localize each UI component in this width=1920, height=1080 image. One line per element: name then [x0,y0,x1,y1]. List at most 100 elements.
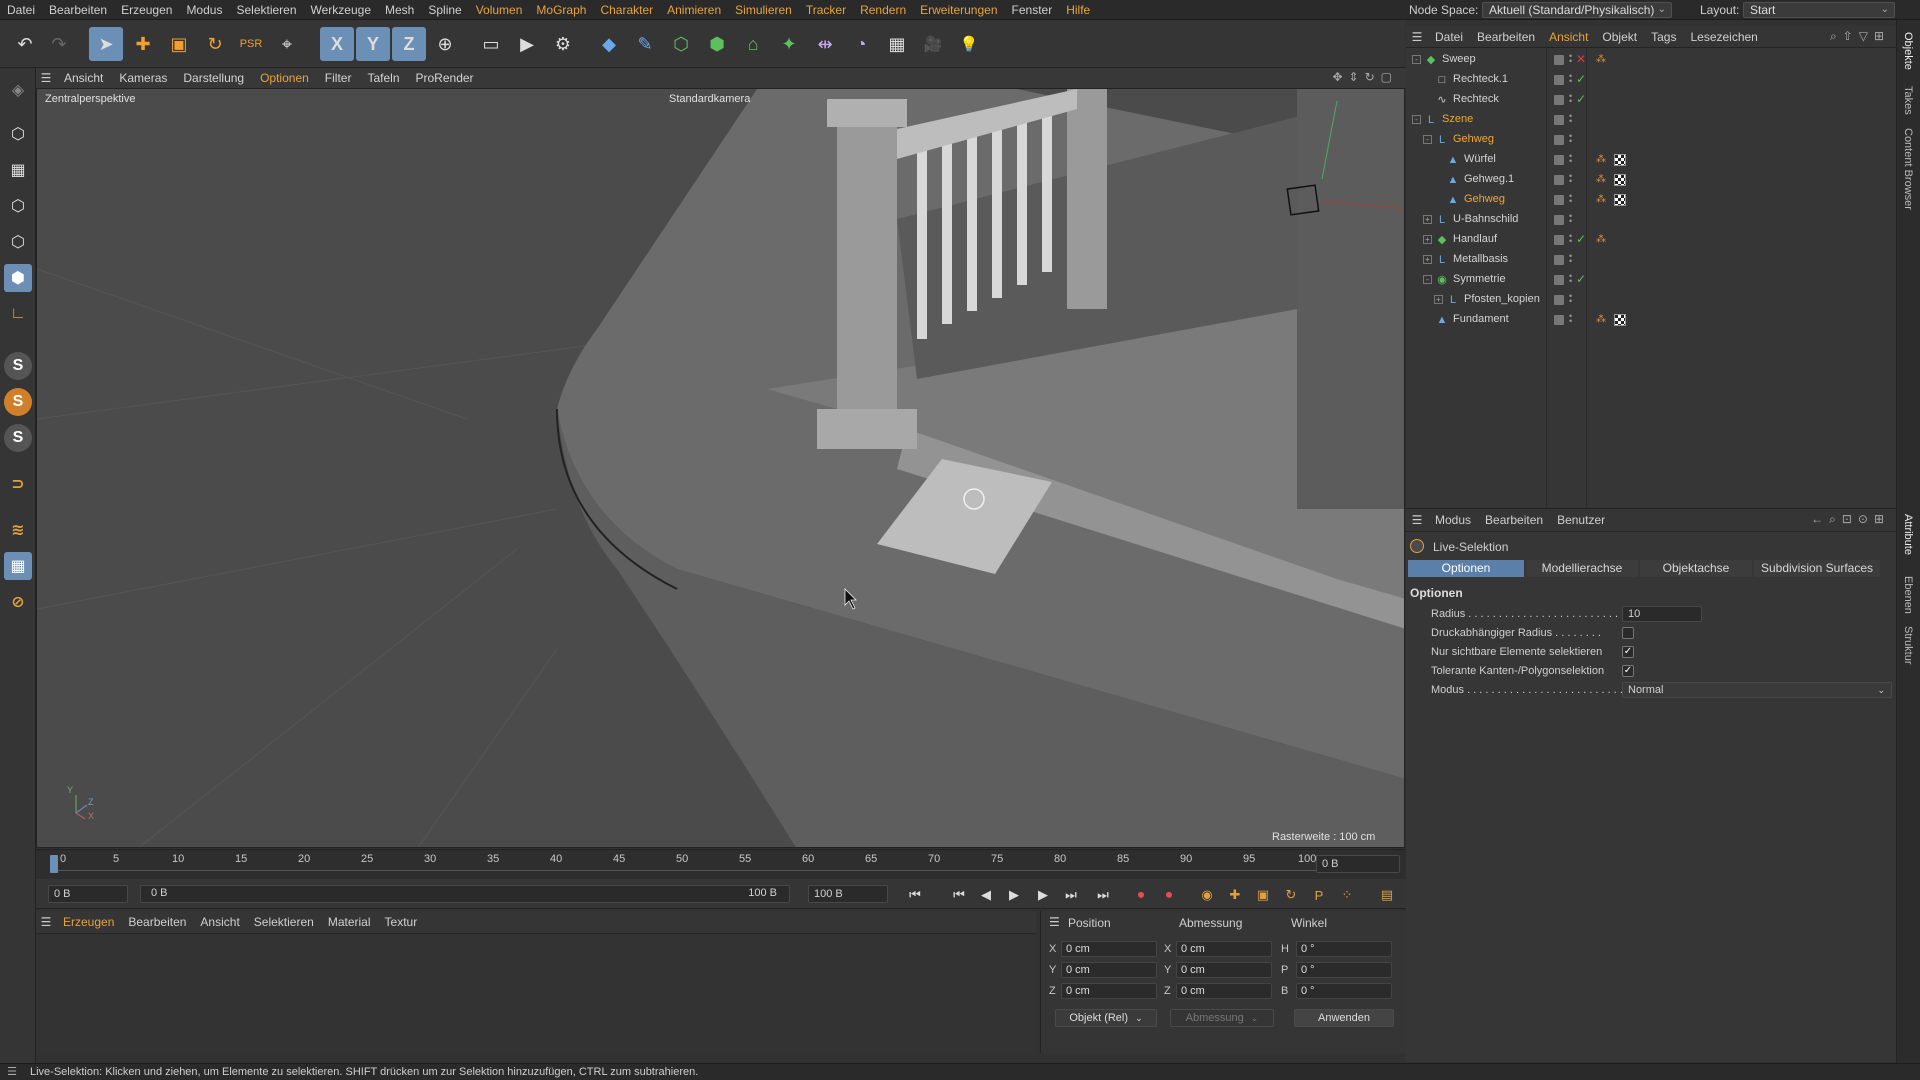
frame-range-slider[interactable]: 0 B 100 B [140,885,790,903]
axis-mode-icon[interactable]: ∟ [4,300,32,328]
object-name[interactable]: Pfosten_kopien [1464,293,1540,305]
tab-optionen[interactable]: Optionen [1408,560,1524,577]
object-name[interactable]: Symmetrie [1453,273,1506,285]
viewport-menu-prorender[interactable]: ProRender [408,68,482,88]
tab-objektachse[interactable]: Objektachse [1640,560,1752,577]
layer-icon[interactable] [1554,295,1564,305]
pla-key-icon[interactable]: ⁘ [1336,884,1358,906]
undo-icon[interactable]: ↶ [8,27,42,61]
side-tab-ebenen[interactable]: Ebenen [1902,576,1914,614]
material-menu-bearbeiten[interactable]: Bearbeiten [121,911,193,933]
y-axis-icon[interactable]: Y [356,27,390,61]
object-name[interactable]: Gehweg [1464,193,1505,205]
render-region-icon[interactable]: ▭ [474,27,508,61]
menu-mesh[interactable]: Mesh [378,0,421,20]
menu-selektieren[interactable]: Selektieren [229,0,303,20]
object-row[interactable]: ▲ Gehweg • • ⁂ [1406,190,1896,210]
psr-icon[interactable]: PSR [234,27,268,61]
material-tag-icon[interactable] [1614,154,1626,166]
visibility-dots-icon[interactable]: • • [1569,72,1573,86]
param-key-icon[interactable]: P [1308,884,1330,906]
material-list-area[interactable] [36,933,1036,1053]
material-menu-erzeugen[interactable]: Erzeugen [56,911,121,933]
size-y-field[interactable]: 0 cm [1176,962,1272,978]
om-toolbar-icons[interactable]: ⌕⇧▽⊞ [1830,29,1890,44]
menu-erweiterungen[interactable]: Erweiterungen [913,0,1004,20]
visibility-dots-icon[interactable]: • • [1569,212,1573,226]
side-tab-content-browser[interactable]: Content Browser [1902,128,1914,210]
subdivision-icon[interactable]: ⬡ [664,27,698,61]
hamburger-icon[interactable]: ☰ [1406,513,1428,527]
size-x-field[interactable]: 0 cm [1176,941,1272,957]
object-row[interactable]: □ Rechteck.1 • • ✓ [1406,70,1896,90]
object-row[interactable]: + ◆ Handlauf • • ✓ ⁂ [1406,230,1896,250]
camera-label[interactable]: Standardkamera [669,93,750,105]
om-menu-tags[interactable]: Tags [1644,26,1683,48]
om-menu-ansicht[interactable]: Ansicht [1542,26,1595,48]
disabled-x-icon[interactable]: ✕ [1576,52,1586,66]
viewport-menu-filter[interactable]: Filter [317,68,360,88]
scale-icon[interactable]: ▣ [162,27,196,61]
timeline-ruler[interactable]: 0 5 10 15 20 25 30 35 40 45 50 55 60 65 … [36,849,1406,879]
layer-icon[interactable] [1554,175,1564,185]
viewport-menu-tafeln[interactable]: Tafeln [359,68,407,88]
object-row[interactable]: ▲ Würfel • • ⁂ [1406,150,1896,170]
collapse-icon[interactable]: - [1423,135,1432,144]
menu-charakter[interactable]: Charakter [593,0,660,20]
viewport-menu-ansicht[interactable]: Ansicht [56,68,111,88]
last-tool-icon[interactable]: ⌖ [270,27,304,61]
visibility-dots-icon[interactable]: • • [1569,92,1573,106]
render-settings-icon[interactable]: ⚙ [546,27,580,61]
planar-workplane-icon[interactable]: ⊘ [4,588,32,616]
visible-only-checkbox[interactable]: ✓ [1622,646,1634,658]
record-icon[interactable]: ⏺ [1130,884,1152,906]
prev-key-icon[interactable]: ⏮ [948,884,970,906]
rotate-icon[interactable]: ↻ [198,27,232,61]
pos-x-field[interactable]: 0 cm [1061,941,1157,957]
object-name[interactable]: Handlauf [1453,233,1497,245]
object-row[interactable]: - ◉ Symmetrie • • ✓ [1406,270,1896,290]
tab-modellierachse[interactable]: Modellierachse [1526,560,1638,577]
points-mode-icon[interactable]: ⬡ [4,192,32,220]
am-menu-modus[interactable]: Modus [1428,509,1478,531]
menu-spline[interactable]: Spline [421,0,468,20]
tolerant-selection-checkbox[interactable]: ✓ [1622,665,1634,677]
layer-icon[interactable] [1554,95,1564,105]
coord-mode-dropdown[interactable]: Objekt (Rel) ⌄ [1055,1009,1157,1027]
layer-icon[interactable] [1554,115,1564,125]
expand-icon[interactable]: + [1423,255,1432,264]
om-menu-datei[interactable]: Datei [1428,26,1470,48]
expand-icon[interactable]: + [1423,215,1432,224]
redo-icon[interactable]: ↷ [42,27,76,61]
apply-button[interactable]: Anwenden [1294,1009,1394,1027]
field-icon[interactable]: ◔ [844,27,878,61]
magnet-icon[interactable]: ⊃ [4,470,32,498]
collapse-icon[interactable]: - [1423,275,1432,284]
object-name[interactable]: Sweep [1442,53,1476,65]
object-row[interactable]: ▲ Gehweg.1 • • ⁂ [1406,170,1896,190]
generator-icon[interactable]: ✦ [772,27,806,61]
pen-icon[interactable]: ✎ [628,27,662,61]
material-menu-ansicht[interactable]: Ansicht [193,911,246,933]
visibility-dots-icon[interactable]: • • [1569,232,1573,246]
hamburger-icon[interactable]: ☰ [1049,915,1060,929]
visibility-dots-icon[interactable]: • • [1569,152,1573,166]
workplane-icon[interactable]: ≋ [4,516,32,544]
size-mode-dropdown[interactable]: Abmessung ⌄ [1170,1009,1274,1027]
side-tab-attribute[interactable]: Attribute [1902,514,1914,555]
menu-animieren[interactable]: Animieren [660,0,728,20]
texture-mode-icon[interactable]: ▦ [4,156,32,184]
next-frame-icon[interactable]: ▶ [1032,884,1054,906]
lock-workplane-icon[interactable]: ▦ [4,552,32,580]
menu-simulieren[interactable]: Simulieren [728,0,799,20]
phong-tag-icon[interactable]: ⁂ [1596,194,1608,206]
menu-rendern[interactable]: Rendern [853,0,913,20]
phong-tag-icon[interactable]: ⁂ [1596,174,1608,186]
symmetry-icon[interactable]: ⇹ [808,27,842,61]
live-selection-icon[interactable]: ➤ [89,27,123,61]
am-toolbar-icons[interactable]: ←⌕⊡⊙⊞ [1811,512,1890,527]
start-frame-field[interactable]: 0 B [48,885,128,903]
play-icon[interactable]: ▶ [1003,884,1025,906]
floor-icon[interactable]: ▦ [880,27,914,61]
object-name[interactable]: Szene [1442,113,1473,125]
